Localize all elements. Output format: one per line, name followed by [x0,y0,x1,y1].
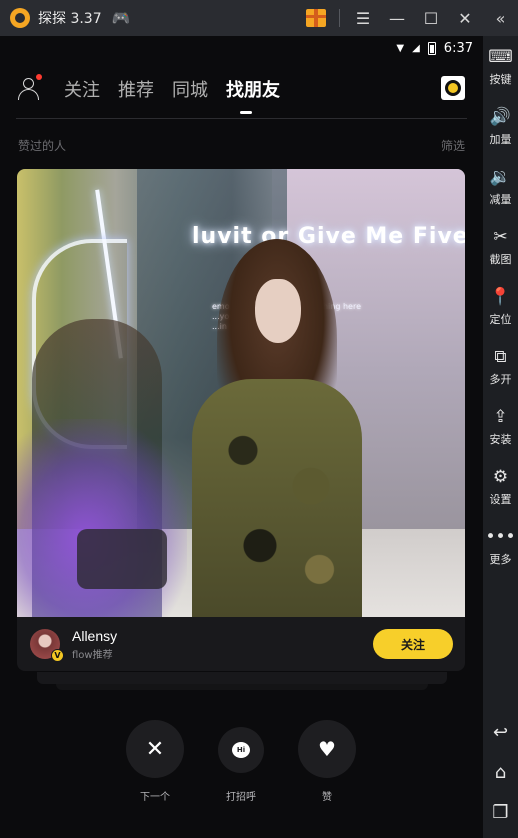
photo-bag [77,529,167,589]
sidebar-item-label: 设置 [489,492,512,506]
back-icon: ↩ [492,721,509,743]
gamepad-icon[interactable]: 🎮 [112,9,131,27]
profile-photo[interactable]: luvit or Give Me Five emo... Hope you fi… [17,169,465,617]
greet-action: Hi 打招呼 [218,727,264,803]
apk-install-icon: ⇪ [493,406,508,427]
section-header: 赞过的人 筛选 [0,119,483,171]
location-pin-icon: 📍 [489,286,512,307]
android-nav-keys: ↩ ⌂ ❐ [483,712,518,832]
sidebar-item-more[interactable]: ••• 更多 [483,516,518,576]
hi-bubble-icon: Hi [232,742,250,758]
like-button[interactable]: ♥ [298,720,356,778]
user-name[interactable]: Allensy [72,628,117,644]
multi-instance-icon: ⧉ [494,346,507,367]
close-button[interactable]: ✕ [448,0,482,36]
avatar[interactable]: V [30,629,64,662]
card-stack-shadow [37,672,447,684]
sidebar-item-label: 多开 [489,372,512,386]
user-info: Allensy flow推荐 [72,628,117,661]
follow-button[interactable]: 关注 [373,629,453,659]
sidebar-item-screenshot[interactable]: ✂ 截图 [483,216,518,276]
sidebar-item-volume-down[interactable]: 🔉 减量 [483,156,518,216]
back-button[interactable]: ↩ [483,712,518,752]
tab-nearby[interactable]: 同城 [172,76,208,102]
recents-icon: ❐ [492,801,509,823]
next-button[interactable]: ✕ [126,720,184,778]
title-bar-divider [339,9,340,27]
emulator-title: 探探 3.37 [38,11,102,27]
camera-button[interactable] [441,76,465,100]
sidebar-item-label: 安装 [489,432,512,446]
scissors-icon: ✂ [493,226,508,247]
greet-label: 打招呼 [226,792,256,803]
keyboard-icon: ⌨ [488,46,513,67]
menu-icon: ☰ [355,8,371,28]
sidebar-item-label: 更多 [489,552,512,566]
tab-following[interactable]: 关注 [64,76,100,102]
signal-icon: ◢ [412,42,420,54]
sidebar-item-label: 加量 [489,132,512,146]
tab-recommended[interactable]: 推荐 [118,76,154,102]
emulator-title-bar: 探探 3.37 🎮 ☰ — ☐ ✕ [0,0,518,36]
profile-card[interactable]: luvit or Give Me Five emo... Hope you fi… [17,169,465,671]
notification-dot [36,74,42,80]
sidebar-item-settings[interactable]: ⚙ 设置 [483,456,518,516]
gift-button[interactable] [299,0,333,36]
heart-icon: ♥ [318,737,336,761]
sidebar-item-install[interactable]: ⇪ 安装 [483,396,518,456]
minimize-icon: — [389,8,405,28]
photo-subject-body [192,379,362,617]
camera-icon [445,80,461,96]
sidebar-item-label: 按键 [489,72,512,86]
next-label: 下一个 [140,792,170,803]
photo-neon-sign: luvit or Give Me Five [192,224,465,249]
home-icon: ⌂ [494,761,507,783]
photo-subject-face [255,279,301,343]
sidebar-item-keyboard[interactable]: ⌨ 按键 [483,36,518,96]
like-action: ♥ 赞 [298,720,356,803]
double-chevron-left-icon: « [495,8,506,28]
sidebar-item-label: 定位 [489,312,512,326]
recents-button[interactable]: ❐ [483,792,518,832]
next-action: ✕ 下一个 [126,720,184,803]
profile-icon[interactable] [16,74,42,102]
greet-button[interactable]: Hi [218,727,264,773]
tab-find-friends[interactable]: 找朋友 [226,76,280,114]
gift-icon [306,9,326,27]
card-user-row: V Allensy flow推荐 关注 [17,617,465,671]
top-navigation: 关注 推荐 同城 找朋友 [0,60,483,118]
section-title: 赞过的人 [18,138,67,153]
battery-icon [427,41,436,55]
more-dots-icon: ••• [485,526,516,547]
sidebar-item-location[interactable]: 📍 定位 [483,276,518,336]
gear-icon: ⚙ [492,466,509,487]
sidebar-item-label: 减量 [489,192,512,206]
volume-up-icon: 🔊 [489,106,512,127]
minimize-button[interactable]: — [380,0,414,36]
sidebar-item-label: 截图 [489,252,512,266]
app-logo-icon [10,8,30,28]
status-bar: ▼ ◢ 6:37 [0,36,483,60]
menu-button[interactable]: ☰ [346,0,380,36]
wifi-icon: ▼ [396,42,405,54]
verified-badge: V [51,649,64,662]
sidebar-collapse-button[interactable]: « [483,0,518,36]
maximize-icon: ☐ [423,8,439,28]
emulator-sidebar: « ⌨ 按键 🔊 加量 🔉 减量 ✂ 截图 📍 定位 ⧉ 多开 ⇪ 安装 ⚙ 设… [483,0,518,838]
filter-button[interactable]: 筛选 [441,137,465,154]
close-icon: ✕ [458,8,472,28]
user-subtitle: flow推荐 [72,649,113,661]
status-time: 6:37 [443,40,473,56]
maximize-button[interactable]: ☐ [414,0,448,36]
volume-down-icon: 🔉 [489,166,512,187]
close-x-icon: ✕ [145,736,165,762]
home-button[interactable]: ⌂ [483,752,518,792]
like-label: 赞 [322,792,332,803]
sidebar-item-multi-instance[interactable]: ⧉ 多开 [483,336,518,396]
sidebar-item-volume-up[interactable]: 🔊 加量 [483,96,518,156]
android-screen: ▼ ◢ 6:37 关注 推荐 同城 找朋友 赞过的人 筛选 luvit or G… [0,36,483,838]
